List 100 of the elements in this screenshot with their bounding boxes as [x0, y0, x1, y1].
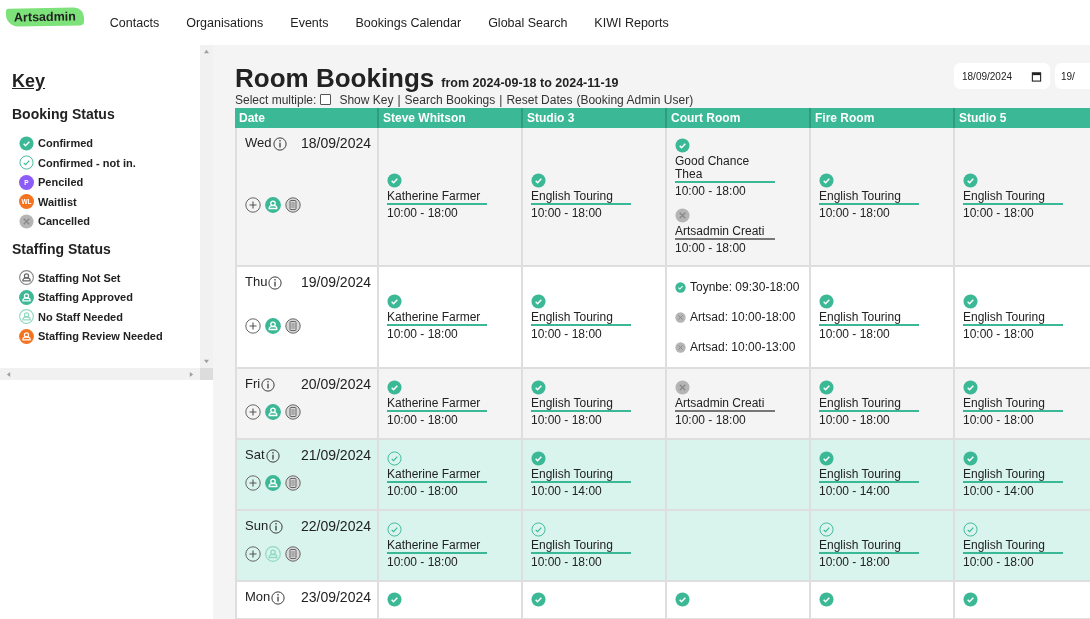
add-icon[interactable]	[245, 317, 261, 334]
toolbar-link[interactable]: Reset Dates	[506, 92, 573, 107]
nav-link[interactable]: Events	[290, 15, 329, 30]
booking-link[interactable]: English Touring	[963, 538, 1063, 554]
notes-icon[interactable]	[285, 546, 301, 562]
booking-link[interactable]: English Touring	[531, 189, 631, 205]
booking-link[interactable]: English Touring	[963, 309, 1063, 326]
weekday: Wed	[245, 135, 272, 150]
booking-link[interactable]: English Touring	[819, 396, 919, 412]
add-icon[interactable]	[245, 404, 261, 420]
booking-time: 10:00 - 18:00	[963, 206, 1034, 220]
booking-link[interactable]: Artsadmin Creati	[675, 224, 775, 240]
key-title: Key	[12, 71, 47, 92]
person-icon[interactable]	[265, 404, 281, 420]
column-header: Steve Whitson	[379, 108, 523, 128]
calendar-icon[interactable]	[1031, 70, 1042, 82]
booking-link[interactable]: English Touring	[819, 538, 919, 554]
booking-link[interactable]: English Touring	[531, 467, 631, 483]
date-text: 23/09/2024	[300, 588, 371, 605]
scrollbar-corner	[200, 368, 213, 380]
notes-icon[interactable]	[285, 317, 301, 334]
nav-link[interactable]: KIWI Reports	[594, 15, 669, 30]
date-field[interactable]: 18/09/2024	[954, 63, 1050, 89]
person-icon[interactable]	[265, 475, 281, 491]
person-icon[interactable]	[265, 317, 281, 334]
add-icon[interactable]	[245, 475, 261, 491]
toolbar-link[interactable]: Show Key	[339, 92, 394, 107]
person-icon[interactable]	[265, 197, 281, 213]
booking-time: 10:00 - 18:00	[531, 206, 602, 220]
booking-time: 10:00 - 18:00	[963, 413, 1034, 427]
key-label: Waitlist	[38, 195, 77, 208]
info-icon[interactable]	[269, 520, 284, 534]
booking-time: 10:00 - 18:00	[387, 206, 458, 220]
select-multiple-checkbox[interactable]	[320, 94, 332, 105]
key-label: Staffing Approved	[38, 291, 133, 304]
booking-link[interactable]: Katherine Farmer	[387, 467, 487, 483]
weekday: Thu	[245, 274, 268, 289]
booking-time: 10:00 - 18:00	[675, 413, 746, 427]
booking-link[interactable]: Katherine Farmer	[387, 309, 487, 326]
weekday: Sat	[245, 447, 265, 462]
booking-time: 10:00 - 18:00	[963, 326, 1034, 341]
booking-link[interactable]: Good Chance Thea	[675, 154, 775, 183]
nav-link[interactable]: Global Search	[488, 15, 568, 30]
notes-icon[interactable]	[285, 404, 301, 420]
key-label: Staffing Review Needed	[38, 330, 163, 343]
booking-link[interactable]: Katherine Farmer	[387, 396, 487, 412]
info-icon[interactable]	[272, 137, 287, 151]
logo[interactable]: Artsadmin	[5, 6, 84, 27]
info-icon[interactable]	[268, 276, 283, 290]
date-field[interactable]: 19/	[1055, 63, 1090, 89]
booking-time: 10:00 - 18:00	[387, 413, 458, 427]
page-title: Room Bookings	[235, 63, 435, 94]
nav-link[interactable]: Contacts	[109, 15, 160, 30]
booking-link[interactable]: English Touring	[963, 189, 1063, 205]
booking-time: 10:00 - 18:00	[387, 484, 458, 498]
key-label: Confirmed	[38, 137, 93, 150]
info-icon[interactable]	[271, 591, 286, 605]
booking-time: 10:00 - 14:00	[531, 484, 602, 498]
booking-link[interactable]: English Touring	[963, 396, 1063, 412]
notes-icon[interactable]	[285, 197, 301, 213]
info-icon[interactable]	[261, 378, 276, 392]
booking-time: 10:00 - 14:00	[819, 484, 890, 498]
select-multiple-label: Select multiple:	[235, 92, 317, 107]
booking-link[interactable]: Katherine Farmer	[387, 538, 487, 554]
booking-time: 10:00 - 18:00	[819, 413, 890, 427]
add-icon[interactable]	[245, 546, 261, 562]
key-heading: Staffing Status	[12, 240, 112, 257]
booking-link[interactable]: English Touring	[819, 309, 919, 326]
booking-link[interactable]: English Touring	[531, 396, 631, 412]
booking-link[interactable]: Artsadmin Creati	[675, 396, 775, 412]
date-text: 22/09/2024	[300, 517, 371, 534]
separator: |	[499, 92, 503, 107]
booking-link[interactable]: Artsad: 10:00-18:00	[690, 310, 796, 324]
booking-time: 10:00 - 18:00	[387, 326, 458, 341]
booking-link[interactable]: Toynbe: 09:30-18:00	[690, 280, 800, 294]
nav-link[interactable]: Organisations	[186, 15, 264, 30]
booking-time: 10:00 - 18:00	[531, 413, 602, 427]
booking-link[interactable]: English Touring	[819, 467, 919, 483]
date-text: 21/09/2024	[300, 446, 371, 463]
weekday: Mon	[245, 589, 271, 604]
info-icon[interactable]	[265, 449, 280, 463]
separator: |	[397, 92, 401, 107]
weekday: Fri	[245, 376, 261, 391]
booking-time: 10:00 - 18:00	[819, 555, 890, 569]
booking-link[interactable]: English Touring	[531, 538, 631, 554]
booking-link[interactable]: Katherine Farmer	[387, 189, 487, 205]
add-icon[interactable]	[245, 197, 261, 213]
booking-link[interactable]: English Touring	[531, 309, 631, 326]
booking-link[interactable]: Artsad: 10:00-13:00	[690, 340, 796, 354]
nav-link[interactable]: Bookings Calendar	[355, 15, 462, 30]
notes-icon[interactable]	[285, 475, 301, 491]
date-text: 20/09/2024	[300, 375, 371, 392]
toolbar-link[interactable]: Search Bookings	[404, 92, 496, 107]
key-label: Cancelled	[38, 215, 90, 228]
column-header: Court Room	[667, 108, 811, 128]
booking-time: 10:00 - 14:00	[963, 484, 1034, 498]
booking-link[interactable]: English Touring	[819, 189, 919, 205]
booking-link[interactable]: English Touring	[963, 467, 1063, 483]
booking-time: 10:00 - 18:00	[387, 555, 458, 569]
booking-time: 10:00 - 18:00	[675, 184, 746, 198]
